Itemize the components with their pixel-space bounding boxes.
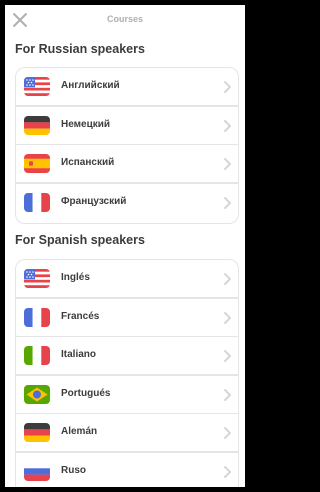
course-label: Italiano (61, 349, 97, 360)
course-item-italian[interactable]: Italiano (16, 337, 238, 376)
course-list-spanish-speakers: Inglés Francés Italiano Portugués Alemán… (15, 259, 239, 487)
us-flag-icon (24, 269, 50, 288)
course-label: Французский (61, 195, 127, 207)
chevron-right-icon (224, 273, 231, 285)
spain-flag-icon (24, 154, 50, 173)
chevron-right-icon (224, 311, 231, 324)
course-label: Немецкий (61, 118, 111, 130)
chevron-right-icon (224, 465, 231, 478)
course-item-french[interactable]: Французский (16, 184, 238, 223)
course-label: Portugués (61, 387, 111, 399)
france-flag-icon (24, 307, 50, 327)
section-title-spanish-speakers: For Spanish speakers (15, 233, 145, 247)
course-item-german[interactable]: Alemán (16, 414, 238, 453)
course-label: Alemán (61, 426, 98, 437)
germany-flag-icon (24, 115, 50, 135)
course-label: Английский (61, 80, 120, 91)
course-list-russian-speakers: Английский Немецкий Испанский Французски… (15, 67, 239, 224)
course-label: Ruso (61, 464, 86, 476)
course-label: Испанский (61, 157, 115, 168)
course-item-english[interactable]: Inglés (16, 260, 238, 299)
course-item-portuguese[interactable]: Portugués (16, 376, 238, 415)
course-item-english[interactable]: Английский (16, 68, 238, 107)
us-flag-icon (24, 77, 50, 96)
course-label: Inglés (61, 272, 90, 283)
chevron-right-icon (224, 119, 231, 132)
course-item-russian[interactable]: Ruso (16, 453, 238, 488)
top-bar: Courses (5, 5, 245, 35)
italy-flag-icon (24, 346, 50, 365)
chevron-right-icon (224, 81, 231, 93)
chevron-right-icon (224, 427, 231, 439)
courses-screen: Courses For Russian speakers Английский (5, 5, 245, 487)
page-title: Courses (106, 14, 143, 24)
course-item-spanish[interactable]: Испанский (16, 145, 238, 184)
course-item-french[interactable]: Francés (16, 299, 238, 338)
brazil-flag-icon (24, 384, 50, 404)
russia-flag-icon (24, 461, 50, 481)
course-item-german[interactable]: Немецкий (16, 107, 238, 146)
chevron-right-icon (224, 350, 231, 362)
course-label: Francés (61, 310, 100, 322)
chevron-right-icon (224, 158, 231, 170)
section-title-russian-speakers: For Russian speakers (15, 42, 145, 56)
germany-flag-icon (24, 423, 50, 442)
chevron-right-icon (224, 196, 231, 209)
chevron-right-icon (224, 388, 231, 401)
france-flag-icon (24, 192, 50, 212)
